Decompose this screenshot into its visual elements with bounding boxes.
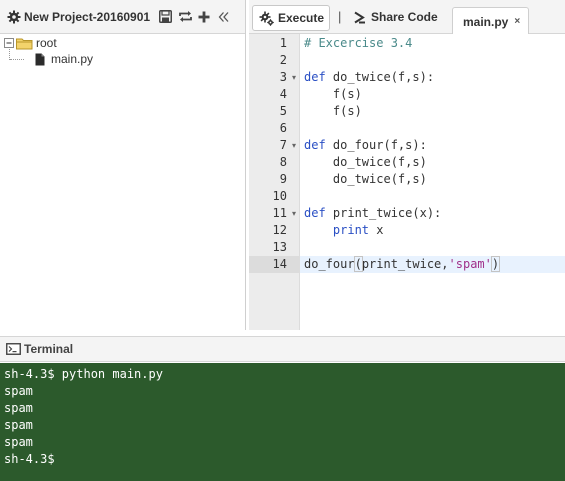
line-number: 2 (279, 53, 287, 67)
terminal-output[interactable]: sh-4.3$ python main.py spam spam spam spam sh… (0, 363, 565, 481)
code-token: 'spam' (448, 257, 492, 271)
file-icon (35, 53, 45, 66)
save-icon[interactable] (157, 9, 173, 25)
editor-panel: Execute | Share Code main.py × 1 2 3 ▾ 4 5 6 7 ▾… (249, 0, 565, 330)
terminal-icon (6, 343, 21, 355)
line-number: 9 (279, 172, 287, 186)
terminal-line: sh-4.3$ (4, 452, 55, 466)
line-number: 14 (272, 257, 287, 271)
tab-main-py[interactable]: main.py × (452, 7, 529, 35)
terminal-line: spam (4, 401, 33, 415)
code-editor[interactable]: 1 2 3 ▾ 4 5 6 7 ▾ 8 9 10 11 ▾ 12 13 14 # Excercise 3.4 de… (249, 34, 565, 330)
code-line[interactable]: def do_four(f,s): (304, 137, 427, 154)
share-code-button[interactable]: Share Code (353, 10, 438, 24)
tree-label-root[interactable]: root (36, 36, 57, 50)
line-number-gutter: 1 2 3 ▾ 4 5 6 7 ▾ 8 9 10 11 ▾ 12 13 14 (249, 34, 300, 330)
terminal-line: sh-4.3$ python main.py (4, 367, 163, 381)
folder-icon (16, 37, 34, 50)
fold-arrow-icon[interactable]: ▾ (290, 137, 298, 154)
code-token: # Excercise 3.4 (304, 36, 413, 50)
code-token: f(s) (304, 104, 362, 118)
line-number: 7 (279, 138, 287, 152)
code-line[interactable]: # Excercise 3.4 (304, 35, 412, 52)
code-line[interactable]: do_four(print_twice,'spam') (304, 256, 501, 273)
file-tree: root main.py (0, 35, 245, 330)
execute-button[interactable]: Execute (252, 5, 330, 31)
tree-guide-line (10, 59, 24, 60)
terminal-header: Terminal (0, 336, 565, 362)
tree-item-main-py[interactable]: main.py (35, 51, 93, 67)
code-line[interactable]: print x (304, 222, 384, 239)
code-token: do_twice(f,s) (304, 172, 427, 186)
fold-arrow-icon[interactable]: ▾ (290, 69, 298, 86)
terminal-title: Terminal (24, 342, 74, 356)
toolbar-separator: | (338, 9, 342, 24)
share-code-label: Share Code (371, 10, 438, 24)
line-number: 1 (279, 36, 287, 50)
code-line[interactable]: def do_twice(f,s): (304, 69, 434, 86)
code-token: def (304, 206, 326, 220)
code-token: do_twice(f,s): (325, 70, 435, 84)
code-line[interactable]: f(s) (304, 103, 362, 120)
close-icon[interactable]: × (514, 16, 520, 27)
plus-icon[interactable] (196, 9, 212, 25)
terminal-line: spam (4, 418, 33, 432)
code-line[interactable]: def print_twice(x): (304, 205, 441, 222)
project-panel: New Project-20160901 root main.py (0, 0, 246, 330)
line-number: 8 (279, 155, 287, 169)
line-number: 12 (272, 223, 287, 237)
code-token: def (304, 70, 326, 84)
line-number: 4 (279, 87, 287, 101)
project-title: New Project-20160901 (24, 9, 151, 24)
code-token: x (369, 223, 384, 237)
code-token: do_four(f,s): (325, 138, 427, 152)
collapse-toggle-icon[interactable] (4, 38, 14, 48)
line-number: 13 (272, 240, 287, 254)
code-token: do_four (304, 257, 355, 271)
code-token: ( (353, 256, 363, 272)
code-token: print_twice(x): (325, 206, 442, 220)
editor-toolbar: Execute | Share Code main.py × (249, 0, 565, 35)
tab-main-py-label: main.py (463, 14, 509, 29)
code-token: def (304, 138, 326, 152)
code-line[interactable]: do_twice(f,s) (304, 171, 427, 188)
text-cursor (499, 257, 501, 272)
code-token: do_twice(f,s) (304, 155, 427, 169)
tree-label-main-py[interactable]: main.py (51, 52, 93, 66)
tree-item-root[interactable]: root (4, 35, 57, 51)
code-token: f(s) (304, 87, 362, 101)
line-number: 5 (279, 104, 287, 118)
terminal-line: spam (4, 384, 33, 398)
fold-arrow-icon[interactable]: ▾ (290, 205, 298, 222)
line-number: 3 (279, 70, 287, 84)
gear-icon[interactable] (7, 10, 21, 24)
line-number: 10 (272, 189, 287, 203)
code-token: print (332, 223, 370, 237)
collapse-icon[interactable] (216, 9, 232, 25)
line-number: 6 (279, 121, 287, 135)
line-number: 11 (272, 206, 287, 220)
code-token: print_twice, (361, 257, 449, 271)
sync-icon[interactable] (177, 9, 193, 25)
code-line[interactable]: f(s) (304, 86, 362, 103)
code-line[interactable]: do_twice(f,s) (304, 154, 427, 171)
code-token: ) (490, 256, 501, 272)
gears-icon (259, 11, 274, 26)
chevron-right-icon (353, 11, 366, 24)
execute-label: Execute (278, 11, 325, 25)
terminal-line: spam (4, 435, 33, 449)
project-header: New Project-20160901 (0, 0, 245, 34)
code-area[interactable]: # Excercise 3.4 def do_twice(f,s): f(s) f… (300, 34, 565, 330)
